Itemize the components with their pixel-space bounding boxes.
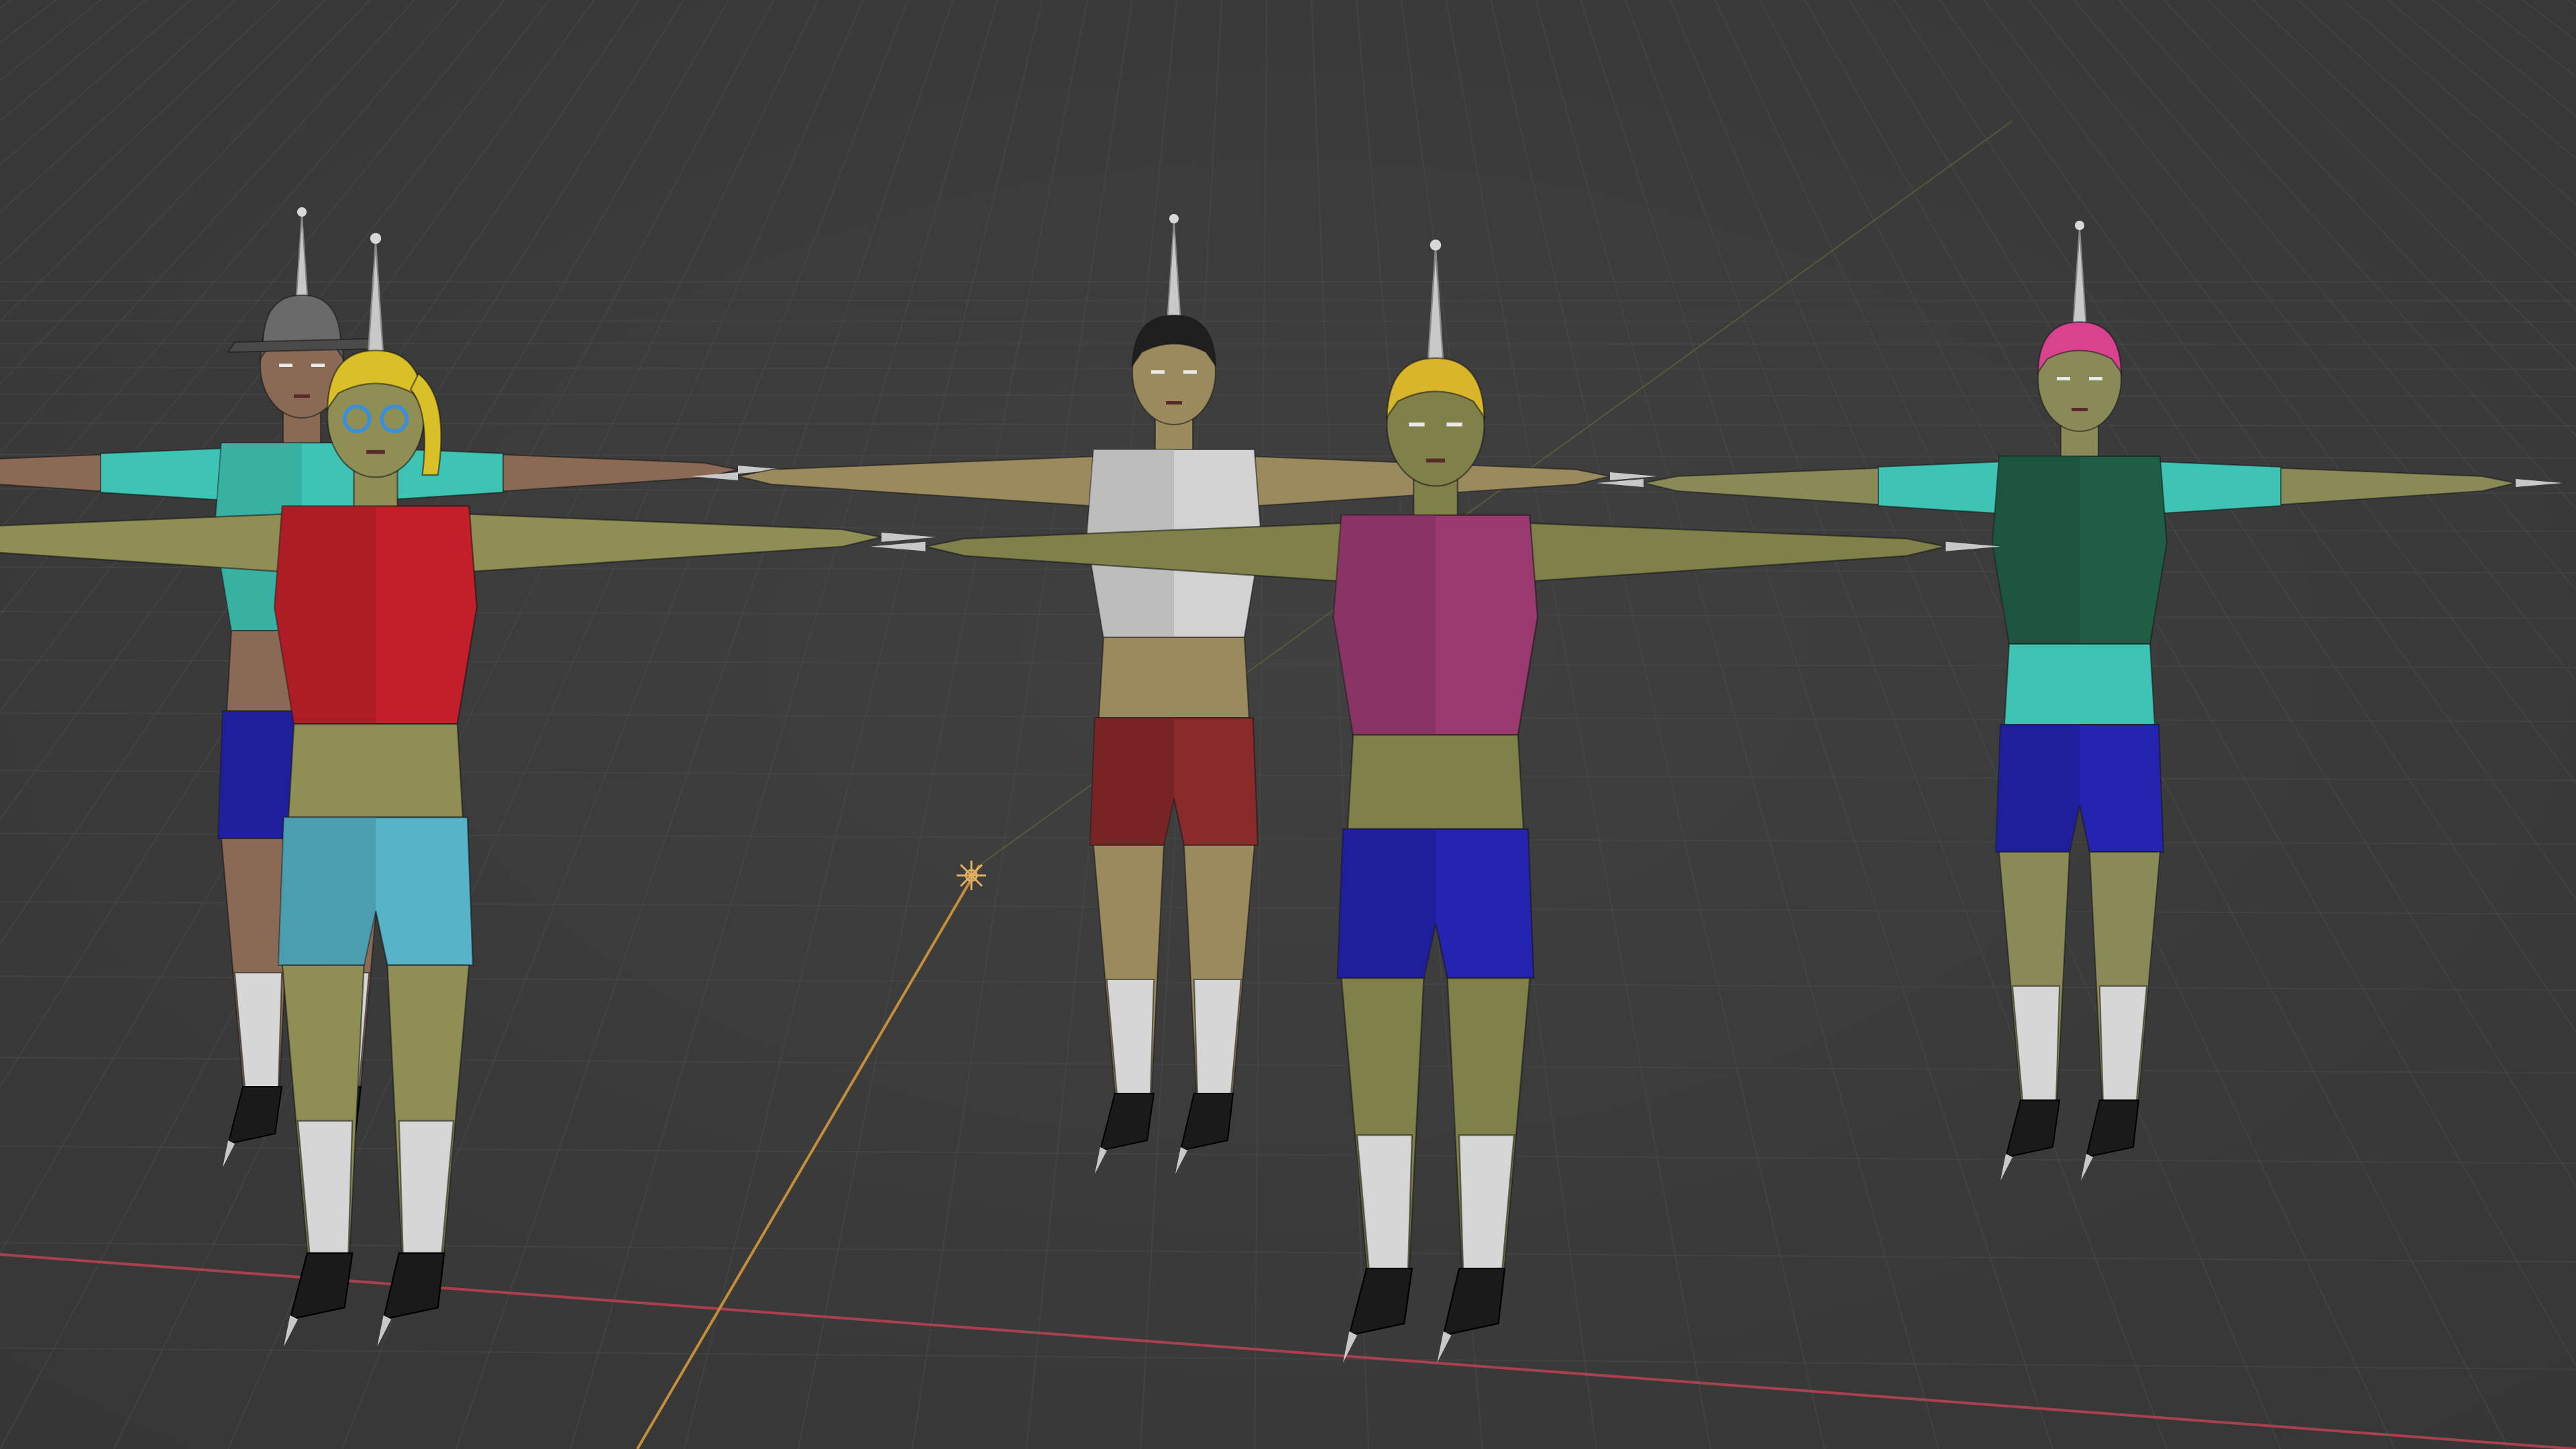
- scene-light-icon[interactable]: [957, 861, 986, 890]
- bottoms-shade: [1337, 828, 1436, 979]
- torso-shade: [274, 506, 376, 724]
- mouth: [1166, 401, 1182, 405]
- mouth: [2072, 408, 2088, 411]
- left-sleeve: [1878, 460, 2006, 515]
- mouth: [1426, 458, 1446, 463]
- right-sleeve: [2153, 460, 2282, 515]
- mouth: [366, 449, 385, 454]
- 3d-viewport[interactable]: [0, 0, 2576, 1449]
- bone-tip[interactable]: [297, 207, 307, 217]
- eye-right: [1446, 422, 1462, 427]
- eye-left: [1151, 370, 1165, 374]
- midriff: [2003, 643, 2156, 725]
- eye-left: [279, 364, 292, 367]
- eye-right: [1183, 370, 1197, 374]
- midriff: [287, 723, 464, 818]
- eye-right: [2089, 377, 2102, 380]
- left-sleeve: [100, 447, 229, 502]
- eye-left: [2057, 377, 2070, 380]
- torso-shade: [1992, 456, 2080, 644]
- midriff: [1097, 637, 1250, 718]
- mouth: [294, 394, 310, 398]
- bottoms-shade: [278, 817, 376, 965]
- bone-tip[interactable]: [370, 233, 382, 244]
- midriff: [1346, 734, 1525, 830]
- bottoms-shade: [1090, 718, 1174, 845]
- torso-shade: [1333, 515, 1436, 735]
- bone-tip[interactable]: [1169, 214, 1179, 223]
- eye-left: [1409, 422, 1425, 427]
- viewport-scene[interactable]: [0, 0, 2576, 1449]
- eye-right: [311, 364, 325, 367]
- bottoms-shade: [1996, 724, 2080, 852]
- bone-tip[interactable]: [1430, 239, 1442, 251]
- bone-tip[interactable]: [2075, 221, 2084, 230]
